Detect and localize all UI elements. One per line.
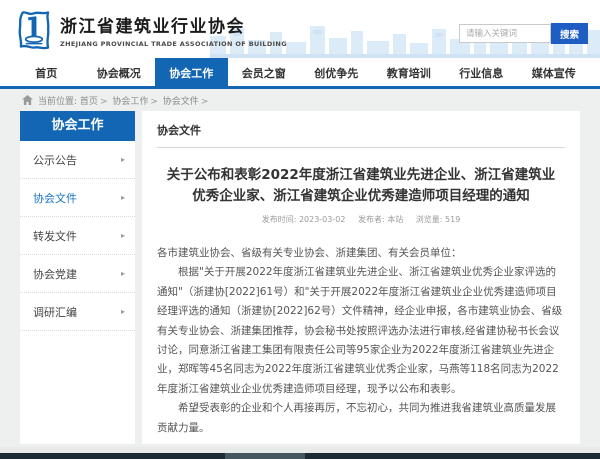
sidebar-item-label: 协会党建 <box>33 266 77 282</box>
sidebar-title: 协会工作 <box>20 111 135 141</box>
chevron-right-icon: ▸ <box>121 269 125 278</box>
sidebar-item-label: 协会文件 <box>33 190 77 206</box>
breadcrumb-separator: > <box>100 97 108 107</box>
sidebar-item[interactable]: 公示公告 ▸ <box>20 141 135 179</box>
nav-item[interactable]: 会员之窗 <box>228 58 301 86</box>
chevron-right-icon: ▸ <box>121 193 125 202</box>
search-button[interactable]: 搜索 <box>551 23 588 44</box>
breadcrumb-path: 首页> 协会工作> 协会文件> <box>80 94 210 107</box>
section-title: 协会文件 <box>157 122 565 148</box>
nav-item[interactable]: 协会概况 <box>83 58 156 86</box>
nav-item[interactable]: 媒体宣传 <box>518 58 591 86</box>
article-meta: 发布时间: 2023-03-02 发布者: 本站 浏览量: 519 <box>157 214 565 225</box>
breadcrumb-link[interactable]: 协会工作 <box>112 97 148 107</box>
site-subtitle: ZHEJIANG PROVINCIAL TRADE ASSOCIATION OF… <box>60 40 287 48</box>
breadcrumb-link[interactable]: 协会文件 <box>163 97 199 107</box>
sidebar-item[interactable]: 转发文件 ▸ <box>20 217 135 255</box>
sidebar-menu: 公示公告 ▸ 协会文件 ▸ 转发文件 ▸ 协会党建 <box>20 141 135 331</box>
article-meta-item: 浏览量: 519 <box>416 215 461 224</box>
article-meta-item: 发布者: 本站 <box>358 215 403 224</box>
article-paragraph: 希望受表彰的企业和个人再接再厉，不忘初心，共同为推进我省建筑业高质量发展贡献力量… <box>157 399 565 438</box>
chevron-right-icon: ▸ <box>121 231 125 240</box>
nav-item[interactable]: 协会工作 <box>155 58 228 86</box>
article-paragraph: 各市建筑业协会、省级有关专业协会、浙建集团、有关会员单位： <box>157 244 565 263</box>
footer-bar <box>0 453 600 459</box>
association-logo-icon <box>16 9 52 51</box>
breadcrumb: 当前位置: 首页> 协会工作> 协会文件> <box>0 89 600 111</box>
article-paragraph: 根据"关于开展2022年度浙江省建筑业先进企业、浙江省建筑业优秀企业家评选的通知… <box>157 263 565 399</box>
sidebar-item[interactable]: 调研汇编 ▸ <box>20 293 135 331</box>
nav-item[interactable]: 行业信息 <box>445 58 518 86</box>
sidebar-item-label: 转发文件 <box>33 228 77 244</box>
nav-item[interactable]: 首页 <box>10 58 83 86</box>
chevron-right-icon: ▸ <box>121 307 125 316</box>
breadcrumb-prefix: 当前位置: <box>38 94 77 107</box>
chevron-right-icon: ▸ <box>121 155 125 164</box>
home-icon <box>22 95 33 105</box>
sidebar-item-label: 调研汇编 <box>33 304 77 320</box>
site-title: 浙江省建筑业行业协会 <box>60 12 287 37</box>
breadcrumb-separator: > <box>150 97 158 107</box>
sidebar: 协会工作 公示公告 ▸ 协会文件 ▸ 转发文件 ▸ <box>20 111 135 444</box>
site-header: 浙江省建筑业行业协会 ZHEJIANG PROVINCIAL TRADE ASS… <box>0 0 600 58</box>
search-input[interactable] <box>459 24 551 43</box>
horizontal-scrollbar-thumb[interactable] <box>225 453 305 459</box>
sidebar-item-label: 公示公告 <box>33 152 77 168</box>
nav-item[interactable]: 创优争先 <box>300 58 373 86</box>
sidebar-item[interactable]: 协会党建 ▸ <box>20 255 135 293</box>
breadcrumb-separator: > <box>201 97 209 107</box>
sidebar-item[interactable]: 协会文件 ▸ <box>20 179 135 217</box>
search-bar: 搜索 <box>459 23 588 44</box>
breadcrumb-link[interactable]: 首页 <box>80 97 98 107</box>
page: 浙江省建筑业行业协会 ZHEJIANG PROVINCIAL TRADE ASS… <box>0 0 600 444</box>
main-nav: 首页 协会概况 协会工作 会员之窗 创优争先 教育培训 行业信息 媒体宣传 <box>0 58 600 89</box>
main-area: 协会工作 公示公告 ▸ 协会文件 ▸ 转发文件 ▸ <box>0 111 600 444</box>
content-panel: 协会文件 关于公布和表彰2022年度浙江省建筑业先进企业、浙江省建筑业优秀企业家… <box>142 111 580 444</box>
article-title: 关于公布和表彰2022年度浙江省建筑业先进企业、浙江省建筑业优秀企业家、浙江省建… <box>157 165 565 207</box>
article-meta-item: 发布时间: 2023-03-02 <box>262 215 346 224</box>
article-body: 各市建筑业协会、省级有关专业协会、浙建集团、有关会员单位： 根据"关于开展202… <box>157 244 565 438</box>
nav-item[interactable]: 教育培训 <box>373 58 446 86</box>
